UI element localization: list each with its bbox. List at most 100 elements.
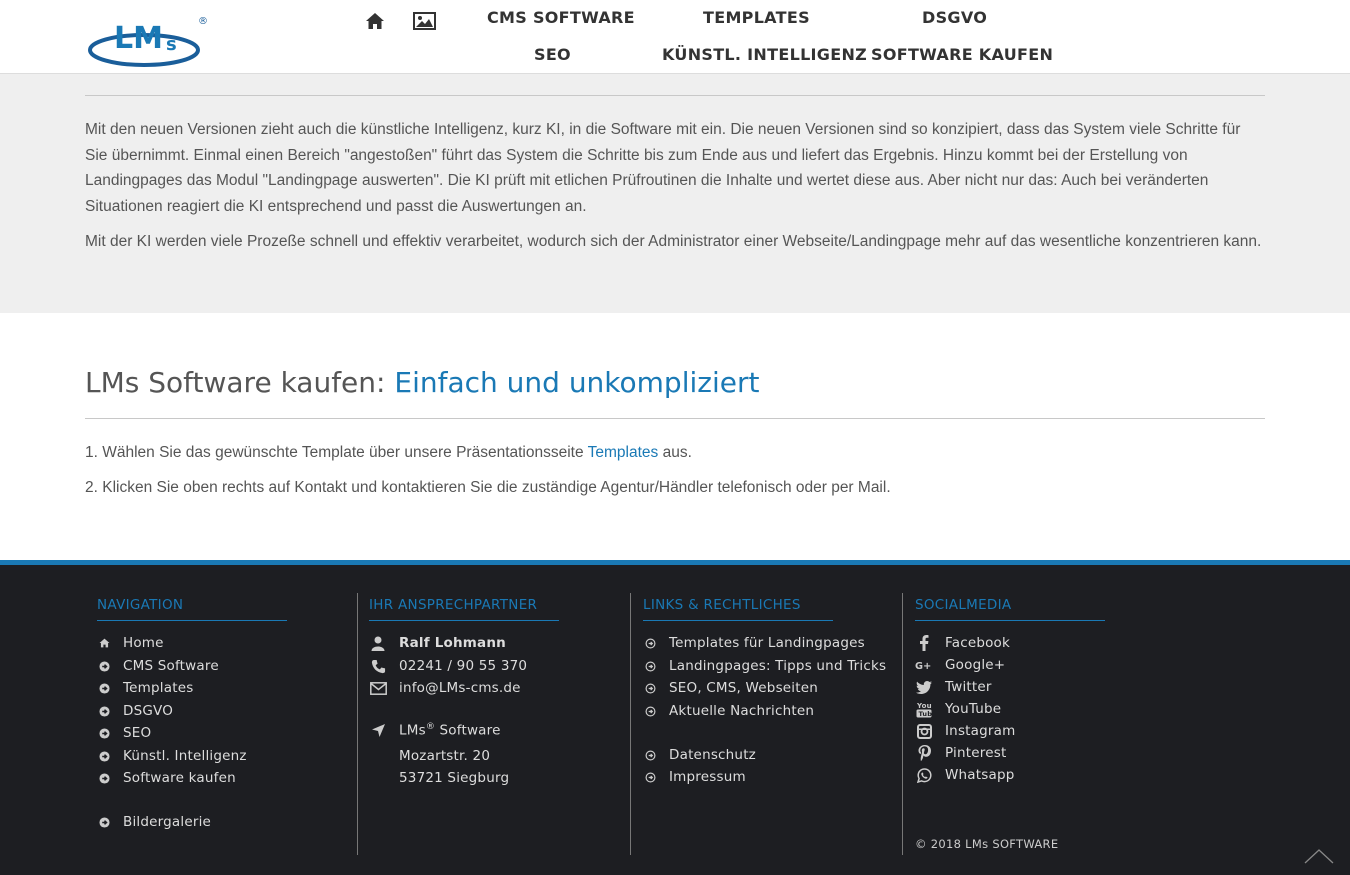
footer-social-title: SOCIALMEDIA bbox=[915, 597, 1012, 613]
footer-nav-dsgvo[interactable]: DSGVO bbox=[97, 703, 173, 719]
footer-link-tipps[interactable]: Landingpages: Tipps und Tricks bbox=[643, 658, 886, 674]
arrow-circle-right-icon bbox=[643, 636, 657, 650]
arrow-circle-right-icon bbox=[643, 659, 657, 673]
location-arrow-icon bbox=[369, 723, 387, 737]
svg-text:s: s bbox=[166, 34, 177, 55]
footer-link-seo[interactable]: SEO, CMS, Webseiten bbox=[643, 680, 818, 696]
arrow-circle-right-icon bbox=[643, 704, 657, 718]
svg-text:®: ® bbox=[198, 16, 208, 27]
footer-nav-software-kaufen[interactable]: Software kaufen bbox=[97, 770, 236, 786]
youtube-icon: YouTube bbox=[915, 702, 933, 718]
footer-link-datenschutz[interactable]: Datenschutz bbox=[643, 747, 756, 763]
title-underline bbox=[643, 620, 833, 621]
title-underline bbox=[915, 620, 1105, 621]
nav-software-kaufen[interactable]: SOFTWARE KAUFEN bbox=[871, 45, 1053, 64]
facebook-icon bbox=[915, 635, 933, 651]
home-icon[interactable] bbox=[364, 10, 386, 32]
contact-email[interactable]: info@LMs-cms.de bbox=[369, 680, 521, 696]
social-label: Instagram bbox=[945, 723, 1016, 739]
arrow-circle-right-icon bbox=[97, 815, 111, 829]
lms-logo[interactable]: LM s ® bbox=[88, 12, 213, 68]
title-underline bbox=[97, 620, 287, 621]
column-separator bbox=[357, 593, 358, 855]
buy-step-1: 1. Wählen Sie das gewünschte Template üb… bbox=[85, 444, 692, 462]
twitter-icon bbox=[915, 680, 933, 694]
footer-nav-home[interactable]: Home bbox=[97, 635, 164, 651]
step-1-text-end: aus. bbox=[658, 444, 692, 461]
social-label: Whatsapp bbox=[945, 767, 1015, 783]
image-gallery-icon[interactable] bbox=[412, 10, 436, 32]
step-1-text: 1. Wählen Sie das gewünschte Template üb… bbox=[85, 444, 588, 461]
buy-title-accent: Einfach und unkompliziert bbox=[394, 366, 760, 399]
company-name: LMs bbox=[399, 722, 426, 739]
contact-name-text: Ralf Lohmann bbox=[399, 635, 506, 651]
svg-text:You: You bbox=[916, 702, 932, 710]
social-facebook[interactable]: Facebook bbox=[915, 635, 1010, 651]
buy-section-title: LMs Software kaufen: Einfach und unkompl… bbox=[85, 366, 759, 399]
nav-ki[interactable]: KÜNSTL. INTELLIGENZ bbox=[662, 45, 867, 64]
contact-phone[interactable]: 02241 / 90 55 370 bbox=[369, 658, 527, 674]
footer-nav-templates[interactable]: Templates bbox=[97, 680, 193, 696]
social-instagram[interactable]: Instagram bbox=[915, 723, 1015, 739]
scroll-to-top-icon[interactable] bbox=[1304, 847, 1334, 865]
buy-step-2: 2. Klicken Sie oben rechts auf Kontakt u… bbox=[85, 479, 891, 496]
footer-link-label: Impressum bbox=[669, 769, 746, 785]
social-label: Google+ bbox=[945, 657, 1006, 673]
footer-link-impressum[interactable]: Impressum bbox=[643, 769, 746, 785]
footer-nav-label: DSGVO bbox=[123, 703, 174, 719]
footer-nav-label: SEO bbox=[123, 725, 152, 741]
footer-nav-title: NAVIGATION bbox=[97, 597, 184, 613]
footer-link-templates[interactable]: Templates für Landingpages bbox=[643, 635, 865, 651]
footer-nav-bildergalerie[interactable]: Bildergalerie bbox=[97, 814, 211, 830]
footer-nav-ki[interactable]: Künstl. Intelligenz bbox=[97, 748, 247, 764]
templates-link[interactable]: Templates bbox=[588, 444, 659, 461]
arrow-circle-right-icon bbox=[97, 681, 111, 695]
social-label: Twitter bbox=[945, 679, 992, 695]
social-label: YouTube bbox=[945, 701, 1002, 717]
site-footer: NAVIGATION Home CMS Software Templates D… bbox=[0, 560, 1350, 875]
svg-text:LM: LM bbox=[114, 21, 163, 56]
arrow-circle-right-icon bbox=[97, 726, 111, 740]
company-suffix: Software bbox=[435, 722, 501, 739]
social-twitter[interactable]: Twitter bbox=[915, 679, 992, 695]
social-whatsapp[interactable]: Whatsapp bbox=[915, 767, 1015, 783]
footer-nav-label: Künstl. Intelligenz bbox=[123, 748, 247, 764]
arrow-circle-right-icon bbox=[643, 748, 657, 762]
contact-street: Mozartstr. 20 bbox=[399, 748, 491, 764]
footer-nav-label: CMS Software bbox=[123, 658, 219, 674]
nav-cms-software[interactable]: CMS SOFTWARE bbox=[487, 8, 635, 27]
arrow-circle-right-icon bbox=[97, 749, 111, 763]
buy-title-plain: LMs Software kaufen: bbox=[85, 366, 395, 399]
company-line: LMs® Software bbox=[399, 722, 501, 739]
ki-section: Mit den neuen Versionen zieht auch die k… bbox=[0, 74, 1350, 313]
footer-link-label: SEO, CMS, Webseiten bbox=[669, 680, 819, 696]
footer-nav-cms[interactable]: CMS Software bbox=[97, 658, 219, 674]
nav-dsgvo[interactable]: DSGVO bbox=[922, 8, 987, 27]
pinterest-icon bbox=[915, 745, 933, 761]
arrow-circle-right-icon bbox=[97, 771, 111, 785]
whatsapp-icon bbox=[915, 767, 933, 783]
section-divider bbox=[85, 95, 1265, 96]
footer-link-label: Templates für Landingpages bbox=[669, 635, 865, 651]
nav-templates[interactable]: TEMPLATES bbox=[703, 8, 810, 27]
instagram-icon bbox=[915, 723, 933, 739]
contact-city: 53721 Siegburg bbox=[399, 770, 510, 786]
contact-phone-text: 02241 / 90 55 370 bbox=[399, 658, 528, 674]
contact-email-text: info@LMs-cms.de bbox=[399, 680, 521, 696]
arrow-circle-right-icon bbox=[97, 659, 111, 673]
footer-link-label: Aktuelle Nachrichten bbox=[669, 703, 815, 719]
footer-link-label: Landingpages: Tipps und Tricks bbox=[669, 658, 887, 674]
social-pinterest[interactable]: Pinterest bbox=[915, 745, 1006, 761]
column-separator bbox=[630, 593, 631, 855]
footer-nav-label: Templates bbox=[123, 680, 194, 696]
arrow-circle-right-icon bbox=[97, 704, 111, 718]
footer-nav-seo[interactable]: SEO bbox=[97, 725, 151, 741]
footer-link-news[interactable]: Aktuelle Nachrichten bbox=[643, 703, 814, 719]
google-plus-icon: G+ bbox=[915, 658, 933, 672]
social-youtube[interactable]: YouTube YouTube bbox=[915, 701, 1002, 718]
phone-icon bbox=[369, 659, 387, 673]
nav-seo[interactable]: SEO bbox=[534, 45, 571, 64]
social-google-plus[interactable]: G+ Google+ bbox=[915, 657, 1005, 673]
copyright: © 2018 LMs SOFTWARE bbox=[915, 837, 1059, 851]
ki-paragraph-1: Mit den neuen Versionen zieht auch die k… bbox=[85, 121, 1241, 215]
